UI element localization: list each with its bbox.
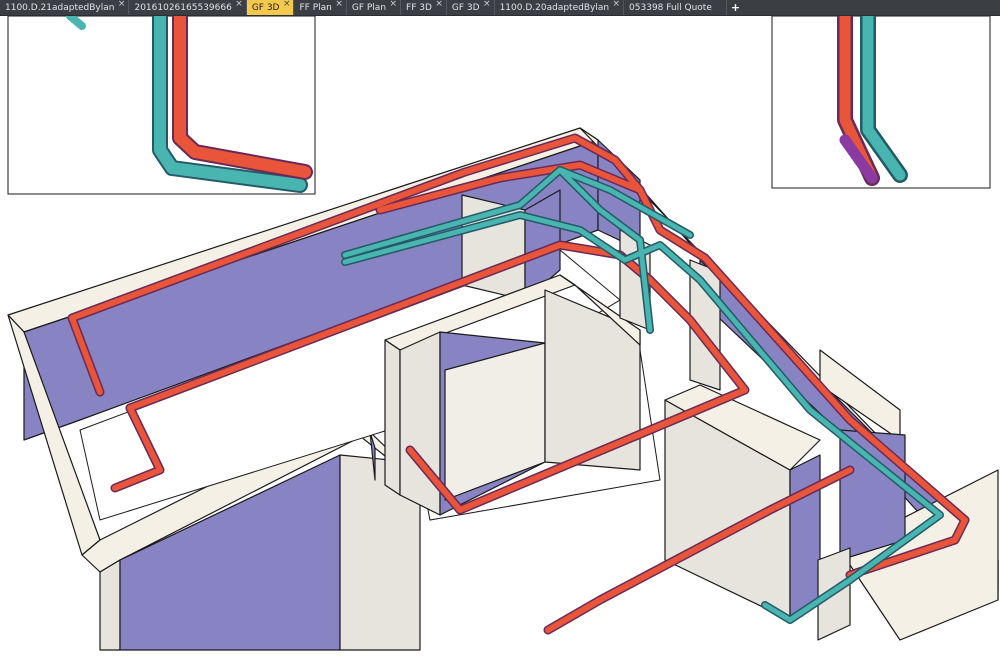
close-icon[interactable]: × (283, 0, 291, 9)
tab-ff-plan[interactable]: FF Plan × (294, 0, 347, 15)
close-icon[interactable]: × (389, 0, 397, 9)
tab-label: 1100.D.21adaptedBylan (5, 2, 115, 13)
tab-label: FF 3D (406, 2, 432, 13)
tab-ff-3d[interactable]: FF 3D × (401, 0, 447, 15)
tab-gf-plan[interactable]: GF Plan × (347, 0, 402, 15)
tab-gf-3d-active[interactable]: GF 3D × (246, 0, 295, 15)
close-icon[interactable]: × (483, 0, 491, 9)
tab-1100-d20[interactable]: 1100.D.20adaptedBylan × (495, 0, 625, 15)
tab-label: GF 3D (251, 2, 280, 13)
tab-label: FF Plan (299, 2, 332, 13)
close-icon[interactable]: × (435, 0, 443, 9)
inset-detail-view-left (7, 16, 316, 195)
tab-053398-full-quote[interactable]: 053398 Full Quote (624, 0, 727, 15)
close-icon[interactable]: × (335, 0, 343, 9)
close-icon[interactable]: × (235, 0, 243, 9)
tab-label: 053398 Full Quote (629, 2, 712, 13)
close-icon[interactable]: × (613, 0, 621, 9)
plus-icon[interactable]: + (727, 0, 744, 15)
document-tab-bar: 1100.D.21adaptedBylan × 20161026165539666… (0, 0, 1000, 16)
tab-label: 20161026165539666 (134, 2, 232, 13)
close-icon[interactable]: × (118, 0, 126, 9)
tab-label: GF 3D (451, 2, 480, 13)
3d-model-viewport[interactable] (0, 16, 1000, 662)
tab-label: GF Plan (351, 2, 387, 13)
inset-detail-view-right (771, 16, 991, 189)
tab-20161026165539666[interactable]: 20161026165539666 × (129, 0, 247, 15)
tab-1100-d21[interactable]: 1100.D.21adaptedBylan × (0, 0, 130, 15)
tab-label: 1100.D.20adaptedBylan (499, 2, 610, 13)
building-3d-render (7, 16, 999, 651)
tab-gf-3d[interactable]: GF 3D × (447, 0, 495, 15)
